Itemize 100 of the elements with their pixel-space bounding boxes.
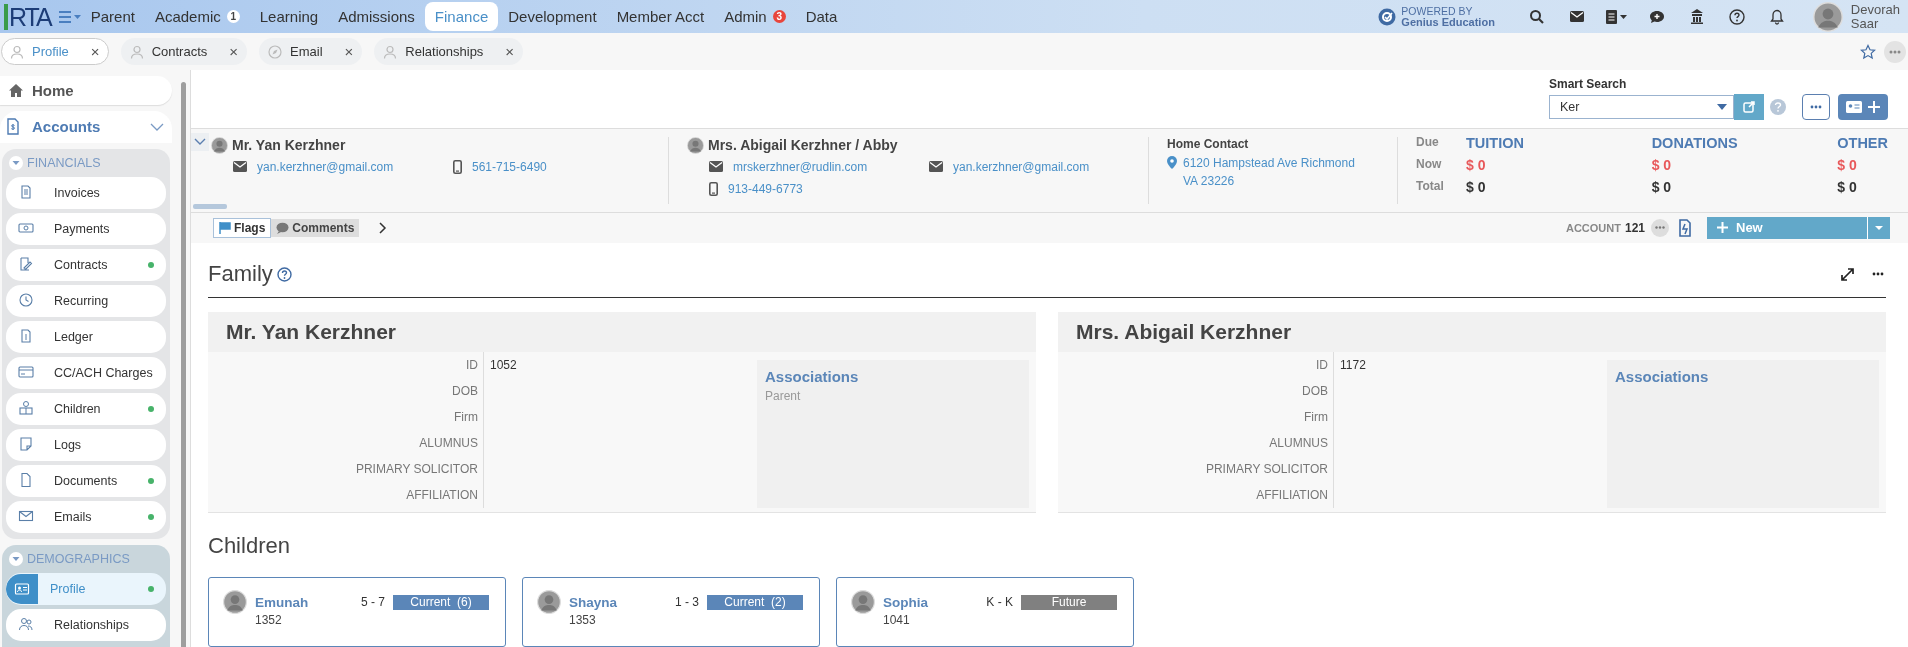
note-tab[interactable]: Comments <box>271 218 360 237</box>
help-icon[interactable] <box>1728 8 1745 25</box>
accounts-menu[interactable]: Accounts <box>0 110 172 143</box>
add-contact-button[interactable] <box>1838 93 1888 120</box>
parent-name: Mrs. Abigail Kerzhner <box>1076 320 1292 344</box>
child-id: 1353 <box>569 614 597 626</box>
nav-item[interactable]: CC/ACH Charges <box>6 357 166 389</box>
ellipsis-icon <box>1889 49 1901 54</box>
nav-item[interactable]: Children <box>6 393 166 425</box>
row-label: Total <box>1416 178 1445 195</box>
user-icon <box>383 44 398 59</box>
menu-tab[interactable]: Learning <box>249 2 329 31</box>
chevron-right-icon[interactable] <box>379 221 388 234</box>
speech-bubble-icon <box>276 221 290 234</box>
child-name[interactable]: Emunah <box>255 594 353 610</box>
compass-icon <box>268 44 283 59</box>
menu-tab[interactable]: Admissions <box>328 2 425 31</box>
record-tab[interactable]: Relationships × <box>374 38 524 65</box>
envelope-icon <box>233 161 247 173</box>
amount-total: $ 0 <box>1466 178 1487 195</box>
more-button[interactable] <box>1651 218 1669 237</box>
close-icon[interactable]: × <box>90 43 100 60</box>
menu-tab[interactable]: Academic 1 <box>144 2 250 31</box>
nav-item[interactable]: Invoices <box>6 177 166 209</box>
association-item: Parent <box>765 389 802 403</box>
smart-search-field[interactable]: Ker <box>1549 94 1734 119</box>
field-label: DOB <box>452 383 478 400</box>
grade-range: K - K <box>986 595 1013 609</box>
logo[interactable]: RTA <box>4 3 51 30</box>
dropdown-button[interactable] <box>1867 216 1890 239</box>
close-icon[interactable]: × <box>505 43 515 60</box>
record-tab[interactable]: Profile × <box>1 38 109 65</box>
child-id: 1352 <box>255 614 283 626</box>
nav-item[interactable]: Relationships <box>6 609 166 641</box>
chevron-down-icon[interactable] <box>150 122 164 131</box>
section-title: Family <box>208 261 273 287</box>
more-button[interactable] <box>1802 93 1830 120</box>
nav-item[interactable]: Logs <box>6 429 166 461</box>
menu-tab[interactable]: Data <box>795 2 848 31</box>
dropdown-icon <box>1717 103 1727 110</box>
field-label: AFFILIATION <box>406 487 478 504</box>
id-card-icon <box>1846 100 1862 113</box>
avatar-icon <box>687 136 704 154</box>
child-card[interactable]: Emunah 5 - 7 Current (6) 1352 <box>208 577 506 647</box>
nav-item[interactable]: Recurring <box>6 285 166 317</box>
star-icon[interactable] <box>1860 43 1876 60</box>
close-icon[interactable]: × <box>229 43 239 60</box>
people-icon <box>18 615 34 632</box>
more-button[interactable] <box>1884 40 1906 63</box>
field-label: DOB <box>1302 383 1328 400</box>
field-label: PRIMARY SOLICITOR <box>355 461 478 478</box>
amount-due: $ 0 <box>1466 156 1487 173</box>
bell-icon[interactable] <box>1769 8 1784 25</box>
contact-name: Mr. Yan Kerzhner <box>232 137 346 154</box>
close-icon[interactable]: × <box>344 43 354 60</box>
id-card-icon <box>14 581 30 597</box>
card-icon <box>18 363 34 380</box>
child-card[interactable]: Shayna 1 - 3 Current (2) 1353 <box>522 577 820 647</box>
document-icon[interactable] <box>1677 218 1693 237</box>
section-title: Children <box>208 533 291 560</box>
external-link-icon <box>1743 100 1755 113</box>
child-name[interactable]: Sophia <box>883 594 979 610</box>
expand-icon[interactable] <box>1841 267 1854 281</box>
home-link[interactable]: Home <box>0 76 172 105</box>
nav-item[interactable]: Emails <box>6 501 166 533</box>
menu-tab[interactable]: Admin 3 <box>714 2 796 31</box>
document-icon <box>18 471 34 488</box>
nav-item[interactable]: Documents <box>6 465 166 497</box>
search-icon[interactable] <box>1528 8 1545 25</box>
building-icon[interactable] <box>1689 9 1704 24</box>
ellipsis-icon <box>1655 226 1665 230</box>
nav-item[interactable]: Payments <box>6 213 166 245</box>
user-last-name: Saar <box>1850 16 1880 31</box>
contact-name: Mrs. Abigail Kerzhner / Abby <box>708 137 898 154</box>
envelope-icon <box>709 161 723 173</box>
person-icon <box>18 399 34 416</box>
chat-icon[interactable] <box>1648 9 1665 24</box>
resize-handle[interactable] <box>193 203 227 209</box>
collapse-toggle[interactable] <box>191 132 209 151</box>
child-name[interactable]: Shayna <box>569 594 667 610</box>
record-tab[interactable]: Contracts × <box>120 38 248 65</box>
ellipsis-icon[interactable] <box>1872 272 1884 276</box>
note-tab[interactable]: Flags <box>213 217 272 238</box>
nav-item[interactable]: Contracts <box>6 249 166 281</box>
child-id: 1041 <box>883 614 911 626</box>
balance-heading: DONATIONS <box>1651 134 1739 151</box>
menu-tab[interactable]: Development <box>498 2 607 31</box>
record-tab[interactable]: Email × <box>259 38 363 65</box>
child-card[interactable]: Sophia K - K Future 1041 <box>836 577 1134 647</box>
notepad-icon[interactable] <box>1605 9 1628 24</box>
menu-tab[interactable]: Parent <box>80 2 145 31</box>
home-icon <box>8 82 24 98</box>
mail-icon[interactable] <box>1569 11 1584 22</box>
dollar-document-icon <box>6 118 20 136</box>
menu-tab[interactable]: Member Acct <box>606 2 715 31</box>
user-icon <box>10 44 24 59</box>
nav-item[interactable]: Ledger <box>6 321 166 353</box>
grade-range: 1 - 3 <box>675 595 699 609</box>
help-icon[interactable] <box>276 266 292 282</box>
open-external-button[interactable] <box>1734 93 1764 120</box>
